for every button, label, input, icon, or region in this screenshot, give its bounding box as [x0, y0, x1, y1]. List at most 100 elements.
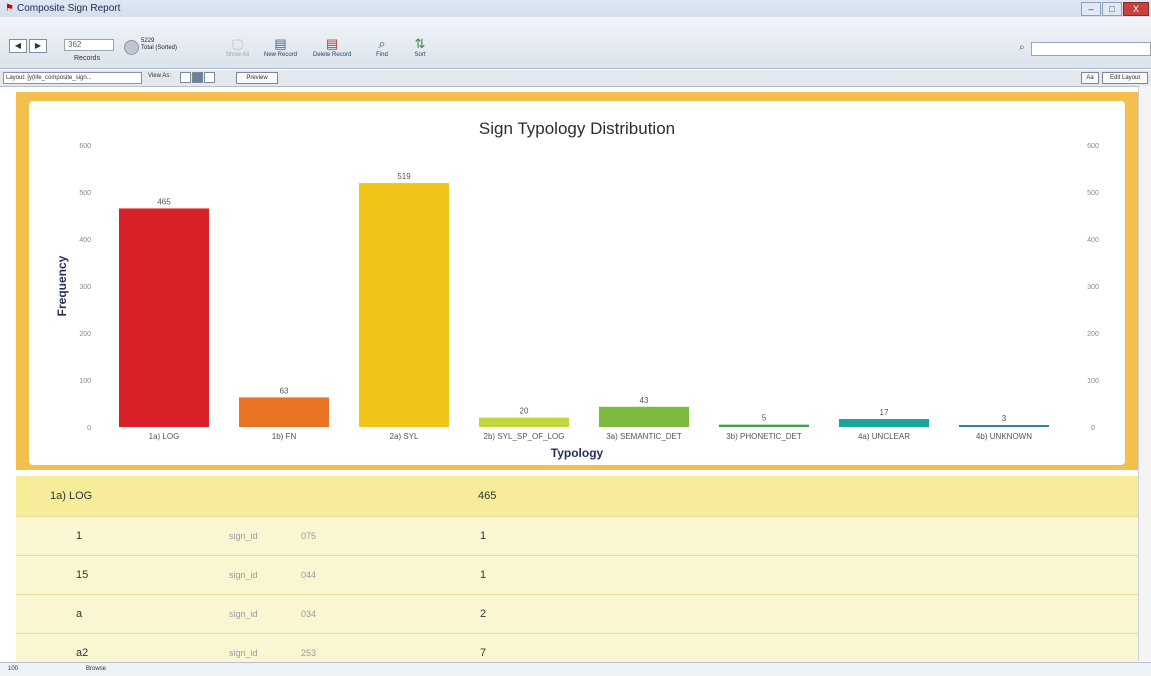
- x-tick-label: 3b) PHONETIC_DET: [726, 432, 802, 441]
- sort-icon: ⇅: [414, 36, 426, 51]
- show-all-label: Show All: [226, 52, 250, 58]
- view-as-label: View As:: [148, 73, 171, 79]
- sort-button[interactable]: ⇅ Sort: [413, 36, 427, 58]
- y-tick-label: 600: [79, 143, 91, 150]
- y-tick-label: 300: [79, 284, 91, 291]
- data-label: 3: [1002, 414, 1007, 423]
- x-tick-label: 2a) SYL: [390, 432, 419, 441]
- bar: [599, 406, 689, 427]
- x-axis-label: Typology: [551, 446, 604, 460]
- close-button[interactable]: X: [1123, 2, 1149, 16]
- bar: [479, 417, 569, 427]
- show-all-icon: ▢: [231, 36, 244, 51]
- sign-value: 1: [76, 530, 83, 542]
- bar: [239, 397, 329, 427]
- sort-label: Sort: [414, 52, 426, 58]
- count-value: 1: [480, 530, 487, 542]
- secondary-y-tick-label: 200: [1087, 331, 1099, 338]
- data-label: 17: [880, 408, 889, 417]
- zoom-level[interactable]: 100: [8, 666, 18, 672]
- maximize-button[interactable]: □: [1102, 2, 1122, 16]
- secondary-y-tick-label: 400: [1087, 237, 1099, 244]
- layout-select[interactable]: Layout: [y(life_composite_sign...: [3, 72, 142, 84]
- edit-layout-button[interactable]: Edit Layout: [1102, 72, 1148, 84]
- delete-record-button[interactable]: ▤ Delete Record: [313, 36, 351, 58]
- sign-value: a: [76, 608, 83, 620]
- status-toolbar: ◀ ▶ 362 Records 5229 Total (Sorted) ▢ Sh…: [0, 17, 1151, 69]
- sign-id-value: 044: [301, 570, 317, 580]
- delete-record-icon: ▤: [326, 36, 339, 51]
- x-tick-label: 3a) SEMANTIC_DET: [606, 432, 682, 441]
- group-header-row[interactable]: 1a) LOG 465: [16, 476, 1138, 517]
- x-tick-label: 4a) UNCLEAR: [858, 432, 910, 441]
- minimize-button[interactable]: –: [1081, 2, 1101, 16]
- delete-record-label: Delete Record: [313, 52, 352, 58]
- secondary-y-tick-label: 0: [1091, 425, 1095, 432]
- bar: [119, 208, 209, 427]
- new-record-label: New Record: [264, 52, 298, 58]
- sign-value: 15: [76, 569, 89, 581]
- sign-id-value: 075: [301, 531, 317, 541]
- find-button[interactable]: ⌕ Find: [375, 36, 389, 58]
- window-controls: – □ X: [1081, 2, 1149, 16]
- y-tick-label: 400: [79, 237, 91, 244]
- total-records: 5229 Total (Sorted): [141, 38, 177, 52]
- chart-frame: Sign Typology Distribution 0 0 100 100 200 200…: [16, 92, 1138, 470]
- view-as-list-button[interactable]: [192, 72, 203, 83]
- secondary-y-tick-label: 500: [1087, 190, 1099, 197]
- data-label: 43: [640, 396, 649, 405]
- count-value: 2: [480, 608, 487, 620]
- find-icon: ⌕: [378, 36, 386, 51]
- new-record-icon: ▤: [274, 36, 287, 51]
- sign-id-value: 034: [301, 609, 317, 619]
- count-value: 1: [480, 569, 487, 581]
- data-label: 519: [397, 172, 411, 181]
- records-label: Records: [74, 55, 101, 62]
- layout-bar: Layout: [y(life_composite_sign... View A…: [0, 70, 1151, 87]
- data-label: 20: [520, 407, 529, 416]
- x-tick-label: 4b) UNKNOWN: [976, 432, 1032, 441]
- app-icon: ⚑: [5, 3, 14, 14]
- data-label: 63: [280, 386, 289, 395]
- view-as-table-button[interactable]: [204, 72, 215, 83]
- y-axis-label: Frequency: [55, 255, 69, 316]
- field-label: sign_id: [229, 531, 258, 541]
- y-tick-label: 0: [87, 425, 91, 432]
- secondary-y-tick-label: 600: [1087, 143, 1099, 150]
- x-tick-label: 1a) LOG: [149, 432, 180, 441]
- table-row[interactable]: 15 sign_id 044 1: [16, 556, 1138, 595]
- status-bar: 100 Browse: [0, 662, 1151, 676]
- next-record-button[interactable]: ▶: [29, 39, 47, 53]
- typology-bar-chart: Sign Typology Distribution 0 0 100 100 200 200…: [55, 119, 1099, 460]
- format-bar-button[interactable]: Aa: [1081, 72, 1099, 84]
- field-label: sign_id: [229, 609, 258, 619]
- y-tick-label: 500: [79, 190, 91, 197]
- group-label: 1a) LOG: [50, 490, 93, 502]
- y-tick-label: 100: [79, 378, 91, 385]
- x-tick-label: 2b) SYL_SP_OF_LOG: [484, 432, 565, 441]
- x-tick-label: 1b) FN: [272, 432, 297, 441]
- search-icon: ⌕: [1019, 42, 1025, 53]
- view-as-form-button[interactable]: [180, 72, 191, 83]
- data-label: 5: [762, 414, 767, 423]
- subsummary-list: 1a) LOG 465 1 sign_id 075 1 15 sign_id 0…: [16, 476, 1138, 673]
- vertical-scrollbar[interactable]: [1138, 86, 1151, 661]
- bar: [719, 424, 809, 427]
- data-label: 465: [157, 197, 171, 206]
- quick-find-input[interactable]: [1031, 42, 1151, 56]
- found-set-pie-icon: [124, 40, 139, 55]
- previous-record-button[interactable]: ◀: [9, 39, 27, 53]
- new-record-button[interactable]: ▤ New Record: [264, 36, 297, 58]
- group-count: 465: [478, 490, 497, 502]
- table-row[interactable]: a sign_id 034 2: [16, 595, 1138, 634]
- total-count: 5229: [141, 38, 155, 44]
- chart-title: Sign Typology Distribution: [479, 119, 675, 138]
- table-row[interactable]: 1 sign_id 075 1: [16, 517, 1138, 556]
- secondary-y-tick-label: 100: [1087, 378, 1099, 385]
- mode-indicator[interactable]: Browse: [86, 666, 106, 672]
- total-label: Total (Sorted): [141, 45, 178, 51]
- show-all-button[interactable]: ▢ Show All: [226, 36, 249, 58]
- window-title: Composite Sign Report: [17, 3, 121, 14]
- current-record-input[interactable]: 362: [64, 39, 114, 51]
- preview-button[interactable]: Preview: [236, 72, 278, 84]
